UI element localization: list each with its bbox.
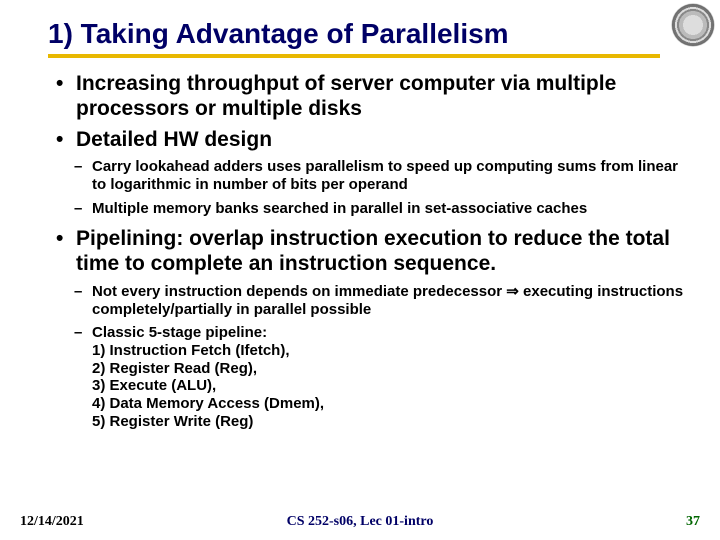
footer-page-number: 37 [686, 514, 700, 530]
sub-bullet-item: Not every instruction depends on immedia… [92, 283, 684, 318]
bullet-list: Increasing throughput of server computer… [48, 72, 684, 152]
footer-center: CS 252-s06, Lec 01-intro [0, 514, 720, 530]
footer: 12/14/2021 CS 252-s06, Lec 01-intro 37 [0, 512, 720, 530]
bullet-list: Pipelining: overlap instruction executio… [48, 227, 684, 277]
text: 3) Execute (ALU), [92, 377, 216, 394]
bullet-item: Increasing throughput of server computer… [76, 72, 684, 122]
sub-bullet-list: Not every instruction depends on immedia… [48, 283, 684, 431]
text: 2) Register Read (Reg), [92, 360, 257, 377]
sub-bullet-item: Classic 5-stage pipeline: 1) Instruction… [92, 324, 684, 430]
slide: 1) Taking Advantage of Parallelism Incre… [0, 0, 720, 540]
sub-bullet-item: Carry lookahead adders uses parallelism … [92, 158, 684, 193]
sub-bullet-list: Carry lookahead adders uses parallelism … [48, 158, 684, 217]
text: Classic 5-stage pipeline: [92, 324, 267, 341]
text: 4) Data Memory Access (Dmem), [92, 395, 324, 412]
slide-title: 1) Taking Advantage of Parallelism [48, 18, 684, 50]
bullet-item: Detailed HW design [76, 128, 684, 153]
title-underline [48, 54, 660, 58]
bullet-item: Pipelining: overlap instruction executio… [76, 227, 684, 277]
seal-logo [672, 4, 714, 46]
implies-icon: ⇒ [506, 283, 519, 300]
text: Not every instruction depends on immedia… [92, 283, 506, 300]
sub-bullet-item: Multiple memory banks searched in parall… [92, 200, 684, 218]
text: 1) Instruction Fetch (Ifetch), [92, 342, 290, 359]
text: 5) Register Write (Reg) [92, 413, 253, 430]
